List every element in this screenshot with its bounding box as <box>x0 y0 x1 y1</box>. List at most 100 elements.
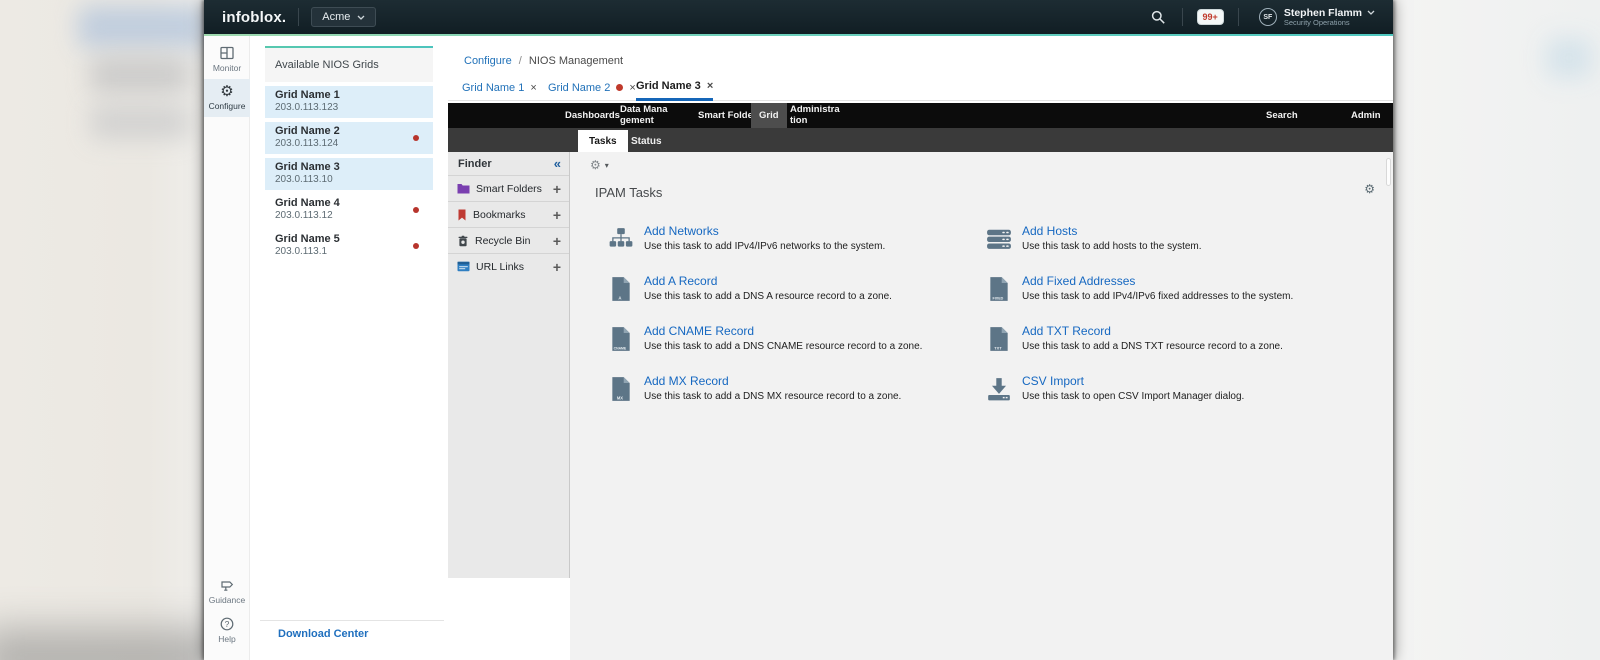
download-center-link[interactable]: Download Center <box>278 628 368 640</box>
add-icon[interactable]: + <box>553 259 561 275</box>
grid-name: Grid Name 5 <box>275 233 433 245</box>
task-add-a-record[interactable]: A Add A Record Use this task to add a DN… <box>608 274 986 302</box>
content-settings-menu[interactable]: ⚙ ▾ <box>590 158 609 172</box>
grids-pane: Available NIOS Grids Grid Name 1 203.0.1… <box>250 36 448 660</box>
folder-icon <box>457 183 470 194</box>
chevron-down-icon <box>1367 10 1375 15</box>
task-title[interactable]: Add Hosts <box>1022 224 1202 238</box>
tab-grid-name-3[interactable]: Grid Name 3 × <box>636 74 713 101</box>
task-add-fixed-addresses[interactable]: FIXED Add Fixed Addresses Use this task … <box>986 274 1364 302</box>
monitor-icon <box>219 45 235 61</box>
close-icon[interactable]: × <box>530 82 536 94</box>
add-icon[interactable]: + <box>553 181 561 197</box>
grids-panel-title: Available NIOS Grids <box>265 48 433 82</box>
tasks-content: ⚙ ▾ IPAM Tasks ⚙ Add Networks Use this t… <box>570 152 1393 660</box>
nios-frame: Dashboards Data Management Smart Folders… <box>448 103 1393 660</box>
grid-row-3[interactable]: Grid Name 3 203.0.113.10 <box>265 158 433 190</box>
task-add-networks[interactable]: Add Networks Use this task to add IPv4/I… <box>608 224 986 252</box>
grid-name: Grid Name 2 <box>275 125 433 137</box>
search-button[interactable] <box>1144 9 1172 25</box>
finder-item-bookmarks[interactable]: Bookmarks + <box>448 201 569 227</box>
nav-dashboards[interactable]: Dashboards <box>565 103 620 128</box>
rail-item-label: Guidance <box>209 595 245 605</box>
nav-admin[interactable]: Admin <box>1351 103 1381 128</box>
grid-name: Grid Name 1 <box>275 89 433 101</box>
divider <box>1182 8 1183 26</box>
caret-down-icon: ▾ <box>605 161 609 170</box>
nav-grid[interactable]: Grid <box>751 103 787 128</box>
record-type-label: TXT <box>994 345 1002 350</box>
task-add-txt-record[interactable]: TXT Add TXT Record Use this task to add … <box>986 324 1364 352</box>
left-rail: Monitor ⚙ Configure Guidance ? Help <box>204 36 250 660</box>
finder-item-url-links[interactable]: URL Links + <box>448 253 569 279</box>
chevron-down-icon <box>357 15 365 20</box>
nav-administration[interactable]: Administration <box>790 103 842 128</box>
gear-icon[interactable]: ⚙ <box>1364 182 1375 196</box>
record-type-label: CNAME <box>614 346 627 350</box>
breadcrumb-configure[interactable]: Configure <box>464 55 512 67</box>
help-icon: ? <box>219 616 235 632</box>
rail-item-guidance[interactable]: Guidance <box>204 572 250 611</box>
gear-icon: ⚙ <box>220 84 233 99</box>
finder-item-recycle-bin[interactable]: Recycle Bin + <box>448 227 569 253</box>
background-blob <box>78 6 208 48</box>
alert-dot <box>413 207 419 213</box>
notification-badge[interactable]: 99+ <box>1197 9 1224 25</box>
content-title: IPAM Tasks <box>595 185 662 200</box>
finder-title: Finder <box>458 158 492 170</box>
close-icon[interactable]: × <box>629 82 635 94</box>
task-description: Use this task to open CSV Import Manager… <box>1022 391 1244 402</box>
rail-item-help[interactable]: ? Help <box>204 611 250 650</box>
collapse-icon[interactable]: « <box>554 159 561 169</box>
add-icon[interactable]: + <box>553 233 561 249</box>
gear-icon: ⚙ <box>590 158 601 172</box>
grid-ip: 203.0.113.10 <box>275 174 433 185</box>
task-add-hosts[interactable]: Add Hosts Use this task to add hosts to … <box>986 224 1364 252</box>
nav-data-management[interactable]: Data Management <box>620 103 670 128</box>
task-title[interactable]: Add A Record <box>644 274 892 288</box>
task-title[interactable]: CSV Import <box>1022 374 1244 388</box>
task-description: Use this task to add a DNS MX resource r… <box>644 391 901 402</box>
task-add-mx-record[interactable]: MX Add MX Record Use this task to add a … <box>608 374 986 402</box>
task-title[interactable]: Add Fixed Addresses <box>1022 274 1293 288</box>
background-right <box>1390 0 1600 660</box>
nav-search[interactable]: Search <box>1266 103 1298 128</box>
hosts-icon <box>986 226 1012 252</box>
search-icon <box>1150 9 1166 25</box>
csv-import-icon <box>986 376 1012 402</box>
grid-row-4[interactable]: Grid Name 4 203.0.113.12 <box>265 194 433 226</box>
grid-row-1[interactable]: Grid Name 1 203.0.113.123 <box>265 86 433 118</box>
record-document-icon: FIXED <box>986 276 1012 302</box>
background-blob <box>1546 38 1592 78</box>
scrollbar-thumb[interactable] <box>1386 158 1391 186</box>
top-bar: infoblox. Acme 99+ SF Stephen Flamm Secu… <box>204 0 1393 34</box>
close-icon[interactable]: × <box>707 80 713 92</box>
task-title[interactable]: Add TXT Record <box>1022 324 1283 338</box>
tab-grid-name-2[interactable]: Grid Name 2 × <box>548 74 636 101</box>
task-title[interactable]: Add CNAME Record <box>644 324 922 338</box>
finder-item-label: Recycle Bin <box>475 235 530 247</box>
user-role: Security Operations <box>1284 19 1375 28</box>
org-selector[interactable]: Acme <box>311 7 376 27</box>
finder-item-smart-folders[interactable]: Smart Folders + <box>448 175 569 201</box>
task-csv-import[interactable]: CSV Import Use this task to open CSV Imp… <box>986 374 1364 402</box>
finder-item-label: URL Links <box>476 261 524 273</box>
task-grid: Add Networks Use this task to add IPv4/I… <box>608 224 1368 402</box>
grid-ip: 203.0.113.1 <box>275 246 433 257</box>
grid-row-5[interactable]: Grid Name 5 203.0.113.1 <box>265 230 433 262</box>
rail-item-monitor[interactable]: Monitor <box>204 40 250 79</box>
subtab-status[interactable]: Status <box>620 130 673 152</box>
alert-dot <box>413 243 419 249</box>
user-name: Stephen Flamm <box>1284 7 1362 19</box>
task-title[interactable]: Add Networks <box>644 224 885 238</box>
avatar[interactable]: SF <box>1259 8 1277 26</box>
rail-item-configure[interactable]: ⚙ Configure <box>204 79 250 117</box>
task-add-cname-record[interactable]: CNAME Add CNAME Record Use this task to … <box>608 324 986 352</box>
add-icon[interactable]: + <box>553 207 561 223</box>
guidance-icon <box>219 577 235 593</box>
tab-grid-name-1[interactable]: Grid Name 1 × <box>462 74 537 101</box>
infoblox-logo: infoblox. <box>222 9 286 26</box>
user-menu[interactable]: Stephen Flamm Security Operations <box>1284 7 1375 28</box>
grid-row-2[interactable]: Grid Name 2 203.0.113.124 <box>265 122 433 154</box>
task-title[interactable]: Add MX Record <box>644 374 901 388</box>
